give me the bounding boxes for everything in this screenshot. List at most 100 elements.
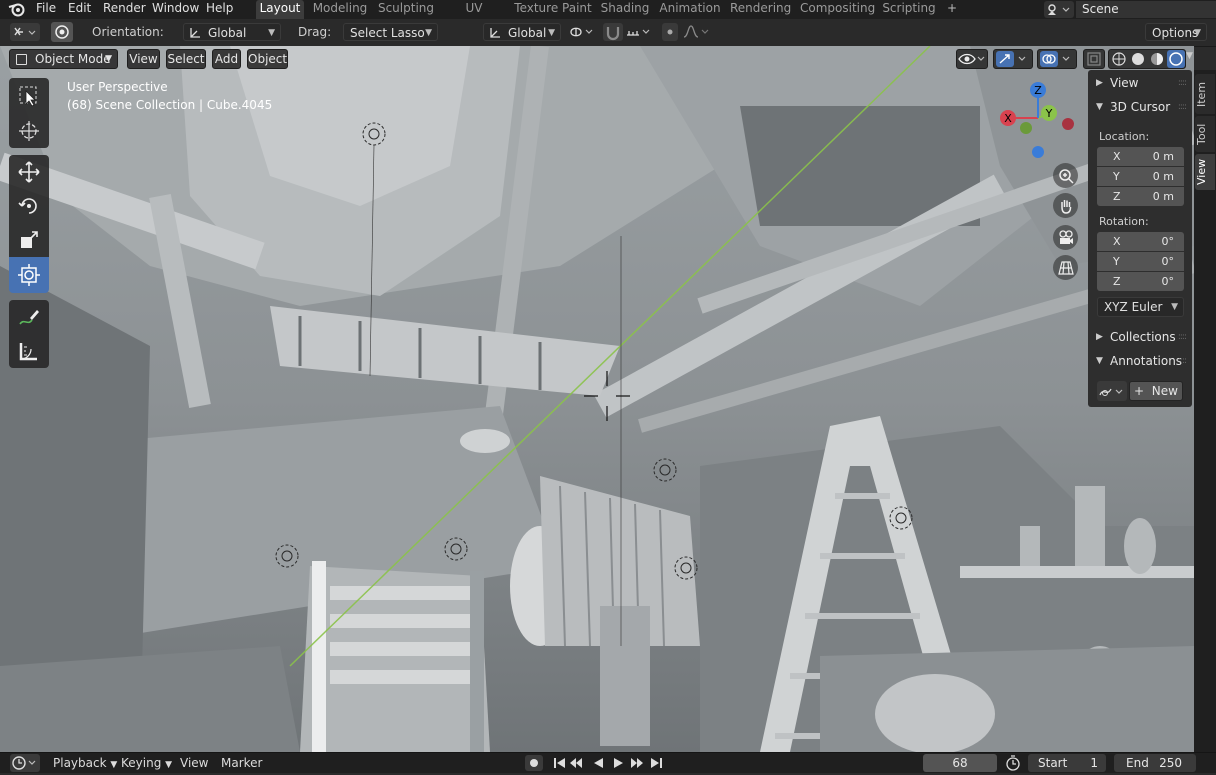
editor-type-button[interactable] [10,23,40,41]
cursor-location-x-field[interactable]: X 0 m [1097,147,1184,166]
play-icon[interactable] [614,758,623,768]
collections-panel-header[interactable]: ▶ Collections:::: [1088,326,1192,348]
menu-edit[interactable]: Edit [68,0,91,19]
tab-compositing[interactable]: Compositing [800,0,875,19]
annotations-panel-header[interactable]: ▼ Annotations:::: [1088,350,1192,372]
jump-end-icon[interactable] [651,758,662,768]
sidebar-tab-tool[interactable]: Tool [1195,116,1215,152]
object-mode-icon [16,54,27,65]
timeline-menu-view[interactable]: View [180,755,208,771]
chevron-right-icon: ▶ [1096,332,1103,342]
viewport-menu-select[interactable]: Select [166,49,206,69]
perspective-grid-icon[interactable] [1053,255,1078,280]
tab-sculpting[interactable]: Sculpting [376,0,436,19]
scene-name-field[interactable]: Scene [1076,1,1216,18]
tab-uv-editing[interactable]: UV Editing [443,0,505,32]
gizmo-toggle[interactable] [993,49,1033,69]
drag-grip-icon[interactable]: :::: [1178,350,1187,372]
jump-keyframe-forward-icon[interactable] [631,758,643,768]
cursor-tool[interactable] [9,114,49,148]
measure-tool[interactable] [9,334,49,368]
tab-texture-paint[interactable]: Texture Paint [513,0,593,19]
pan-hand-icon[interactable] [1053,193,1078,218]
cursor-rotation-x-field[interactable]: X 0° [1097,232,1184,251]
field-value: 0° [1161,255,1175,268]
tab-rendering[interactable]: Rendering [730,0,791,19]
tab-animation[interactable]: Animation [658,0,722,19]
view-panel-header[interactable]: ▶ View:::: [1088,72,1192,94]
tab-modeling[interactable]: Modeling [310,0,370,19]
collection-info-label: (68) Scene Collection | Cube.4045 [67,98,273,112]
proportional-edit-icon[interactable] [662,23,678,41]
xray-toggle-icon[interactable] [1083,49,1105,69]
transform-orientation-dropdown[interactable]: Global ▼ [483,23,561,41]
menu-file[interactable]: File [36,0,56,19]
drag-grip-icon[interactable]: :::: [1178,72,1187,94]
scene-selector-button[interactable] [1044,1,1074,18]
sidebar-tabs: Item Tool View [1194,70,1216,752]
blender-logo-icon[interactable] [8,1,26,20]
record-keyframe-icon[interactable] [525,755,543,771]
options-dropdown[interactable]: Options ▼ [1145,23,1207,41]
viewport-menu-view[interactable]: View [127,49,160,69]
end-frame-field[interactable]: End 250 [1114,754,1196,772]
sidebar-tab-item[interactable]: Item [1195,74,1215,114]
3d-viewport[interactable]: Object Mode ▼ View Select Add Object ▼ Us… [0,46,1194,752]
neg-y-axis-dot[interactable] [1020,122,1032,134]
snap-toggle-icon[interactable] [603,23,623,41]
menu-window[interactable]: Window [152,0,199,19]
annotations-panel-title: Annotations [1110,354,1183,368]
object-mode-dropdown[interactable]: Object Mode ▼ [9,49,118,69]
annotate-tool[interactable] [9,300,49,334]
drag-dropdown[interactable]: Select Lasso ▼ [343,23,438,41]
zoom-magnifier-icon[interactable] [1053,163,1078,188]
move-tool[interactable] [9,155,49,189]
drag-grip-icon[interactable]: :::: [1178,96,1187,118]
preview-range-stopwatch-icon[interactable] [1003,755,1023,771]
jump-start-icon[interactable] [554,758,565,768]
new-annotation-button[interactable]: + New [1129,381,1183,401]
pivot-point-dropdown[interactable] [567,23,597,41]
tab-shading[interactable]: Shading [600,0,650,19]
cursor-location-y-field[interactable]: Y 0 m [1097,167,1184,186]
jump-keyframe-back-icon[interactable] [570,758,582,768]
viewport-menu-add[interactable]: Add [212,49,241,69]
annotation-type-dropdown[interactable] [1097,381,1127,401]
tab-layout[interactable]: Layout [256,0,304,19]
timeline-editor-type-button[interactable] [10,754,40,772]
falloff-dropdown[interactable] [682,23,712,41]
current-frame-field[interactable]: 68 [923,754,997,772]
add-workspace-icon[interactable]: + [944,0,960,19]
visibility-dropdown[interactable] [956,49,988,69]
transform-tool[interactable] [9,257,49,293]
timeline-menu-keying[interactable]: Keying ▼ [121,755,172,771]
overlays-toggle[interactable] [1037,49,1077,69]
shading-options-chevron-icon[interactable]: ▼ [1186,51,1193,61]
rotation-mode-dropdown[interactable]: XYZ Euler ▼ [1097,297,1184,317]
rotate-tool[interactable] [9,189,49,223]
orientation-dropdown[interactable]: Global ▼ [183,23,281,41]
sidebar-tab-view[interactable]: View [1195,154,1215,190]
drag-grip-icon[interactable]: :::: [1178,326,1187,348]
camera-view-icon[interactable] [1053,225,1078,250]
neg-x-axis-dot[interactable] [1062,118,1074,130]
cursor-location-z-field[interactable]: Z 0 m [1097,187,1184,206]
timeline-menu-playback[interactable]: Playback ▼ [53,755,117,771]
menu-render[interactable]: Render [103,0,146,19]
scale-tool[interactable] [9,223,49,257]
start-frame-field[interactable]: Start 1 [1028,754,1106,772]
cursor-panel-header[interactable]: ▼ 3D Cursor:::: [1088,96,1192,118]
move-arrows-icon [18,161,40,183]
timeline-menu-marker[interactable]: Marker [221,755,262,771]
viewport-menu-object[interactable]: Object [247,49,288,69]
transform-pivot-icon[interactable] [51,22,73,42]
select-box-tool[interactable] [9,78,49,114]
snap-target-dropdown[interactable] [625,23,655,41]
cursor-rotation-y-field[interactable]: Y 0° [1097,252,1184,271]
tab-scripting[interactable]: Scripting [881,0,937,19]
cursor-rotation-z-field[interactable]: Z 0° [1097,272,1184,291]
menu-help[interactable]: Help [206,0,233,19]
neg-z-axis-dot[interactable] [1032,146,1044,158]
play-reverse-icon[interactable] [594,758,603,768]
navigation-gizmo[interactable]: X Y Z [992,80,1082,162]
